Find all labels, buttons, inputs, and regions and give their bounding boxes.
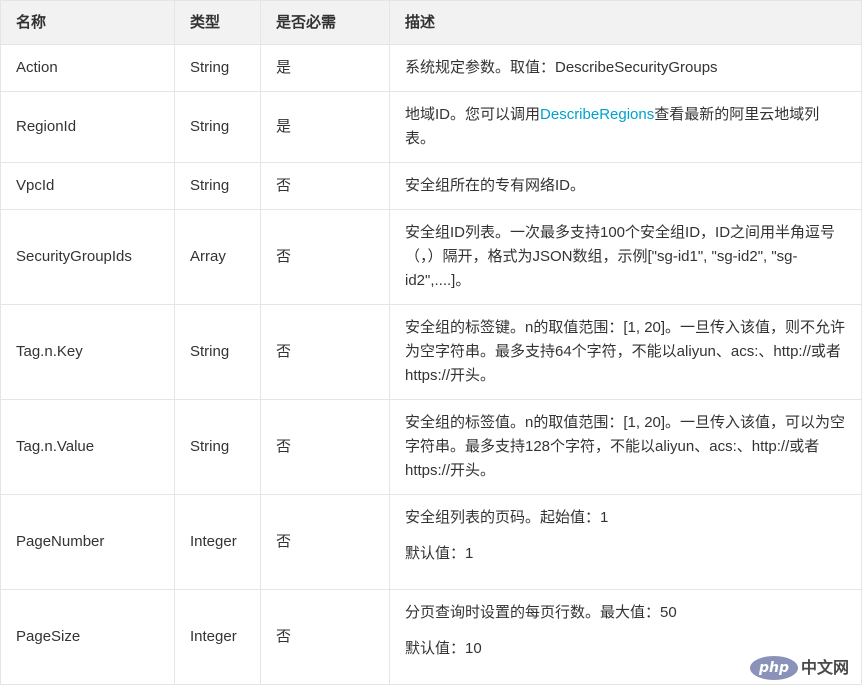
- param-name: PageSize: [0, 589, 175, 685]
- description-text-before: 地域ID。您可以调用: [405, 106, 541, 123]
- param-description: 安全组列表的页码。起始值：1 默认值：1: [389, 494, 862, 590]
- description-text: 地域ID。您可以调用DescribeRegions查看最新的阿里云地域列表。: [405, 103, 846, 151]
- description-text: 系统规定参数。取值：DescribeSecurityGroups: [405, 59, 718, 76]
- param-description: 安全组的标签键。n的取值范围：[1, 20]。一旦传入该值，则不允许为空字符串。…: [389, 304, 862, 400]
- describe-regions-link[interactable]: DescribeRegions: [540, 106, 654, 123]
- param-description: 地域ID。您可以调用DescribeRegions查看最新的阿里云地域列表。: [389, 91, 862, 163]
- param-required: 否: [260, 162, 390, 210]
- param-type: String: [174, 44, 261, 92]
- param-required: 是: [260, 44, 390, 92]
- param-row-vpcid: VpcId String 否 安全组所在的专有网络ID。: [0, 162, 862, 210]
- header-required: 是否必需: [260, 0, 390, 45]
- param-type: String: [174, 91, 261, 163]
- param-required: 否: [260, 589, 390, 685]
- description-default-value: 默认值：1: [405, 545, 474, 562]
- param-type: Array: [174, 209, 261, 305]
- description-text: 安全组的标签键。n的取值范围：[1, 20]。一旦传入该值，则不允许为空字符串。…: [405, 319, 846, 384]
- header-name: 名称: [0, 0, 175, 45]
- api-parameter-doc: 名称 类型 是否必需 描述 Action String 是 系统规定参数。取值：…: [0, 0, 862, 687]
- request-parameters-table: 名称 类型 是否必需 描述 Action String 是 系统规定参数。取值：…: [0, 0, 862, 685]
- param-description: 安全组的标签值。n的取值范围：[1, 20]。一旦传入该值，可以为空字符串。最多…: [389, 399, 862, 495]
- param-name: PageNumber: [0, 494, 175, 590]
- param-name: Tag.n.Value: [0, 399, 175, 495]
- param-name: VpcId: [0, 162, 175, 210]
- param-row-tag-n-value: Tag.n.Value String 否 安全组的标签值。n的取值范围：[1, …: [0, 399, 862, 495]
- param-required: 否: [260, 494, 390, 590]
- param-required: 是: [260, 91, 390, 163]
- param-description: 安全组所在的专有网络ID。: [389, 162, 862, 210]
- param-row-securitygroupids: SecurityGroupIds Array 否 安全组ID列表。一次最多支持1…: [0, 209, 862, 305]
- header-description: 描述: [389, 0, 862, 45]
- header-row: 名称 类型 是否必需 描述: [0, 0, 862, 45]
- php-cn-watermark: php 中文网: [746, 654, 854, 682]
- param-description: 系统规定参数。取值：DescribeSecurityGroups: [389, 44, 862, 92]
- param-row-pagenumber: PageNumber Integer 否 安全组列表的页码。起始值：1 默认值：…: [0, 494, 862, 590]
- param-required: 否: [260, 209, 390, 305]
- param-name: RegionId: [0, 91, 175, 163]
- param-type: Integer: [174, 494, 261, 590]
- param-row-action: Action String 是 系统规定参数。取值：DescribeSecuri…: [0, 44, 862, 92]
- param-type: Integer: [174, 589, 261, 685]
- description-text: 安全组所在的专有网络ID。: [405, 177, 586, 194]
- param-row-regionid: RegionId String 是 地域ID。您可以调用DescribeRegi…: [0, 91, 862, 163]
- param-row-tag-n-key: Tag.n.Key String 否 安全组的标签键。n的取值范围：[1, 20…: [0, 304, 862, 400]
- param-description: 安全组ID列表。一次最多支持100个安全组ID，ID之间用半角逗号（，）隔开，格…: [389, 209, 862, 305]
- watermark-site-name: 中文网: [801, 658, 850, 677]
- table-body: Action String 是 系统规定参数。取值：DescribeSecuri…: [0, 44, 862, 685]
- header-type: 类型: [174, 0, 261, 45]
- param-required: 否: [260, 304, 390, 400]
- param-type: String: [174, 304, 261, 400]
- param-type: String: [174, 162, 261, 210]
- param-required: 否: [260, 399, 390, 495]
- param-row-pagesize: PageSize Integer 否 分页查询时设置的每页行数。最大值：50 默…: [0, 589, 862, 685]
- description-text: 安全组ID列表。一次最多支持100个安全组ID，ID之间用半角逗号（，）隔开，格…: [405, 224, 836, 289]
- description-paragraph: 分页查询时设置的每页行数。最大值：50: [405, 604, 677, 621]
- param-name: Tag.n.Key: [0, 304, 175, 400]
- table-header: 名称 类型 是否必需 描述: [0, 0, 862, 45]
- description-text: 安全组的标签值。n的取值范围：[1, 20]。一旦传入该值，可以为空字符串。最多…: [405, 414, 846, 479]
- php-logo-icon: php: [750, 656, 798, 680]
- param-name: Action: [0, 44, 175, 92]
- param-type: String: [174, 399, 261, 495]
- param-name: SecurityGroupIds: [0, 209, 175, 305]
- description-paragraph: 安全组列表的页码。起始值：1: [405, 509, 609, 526]
